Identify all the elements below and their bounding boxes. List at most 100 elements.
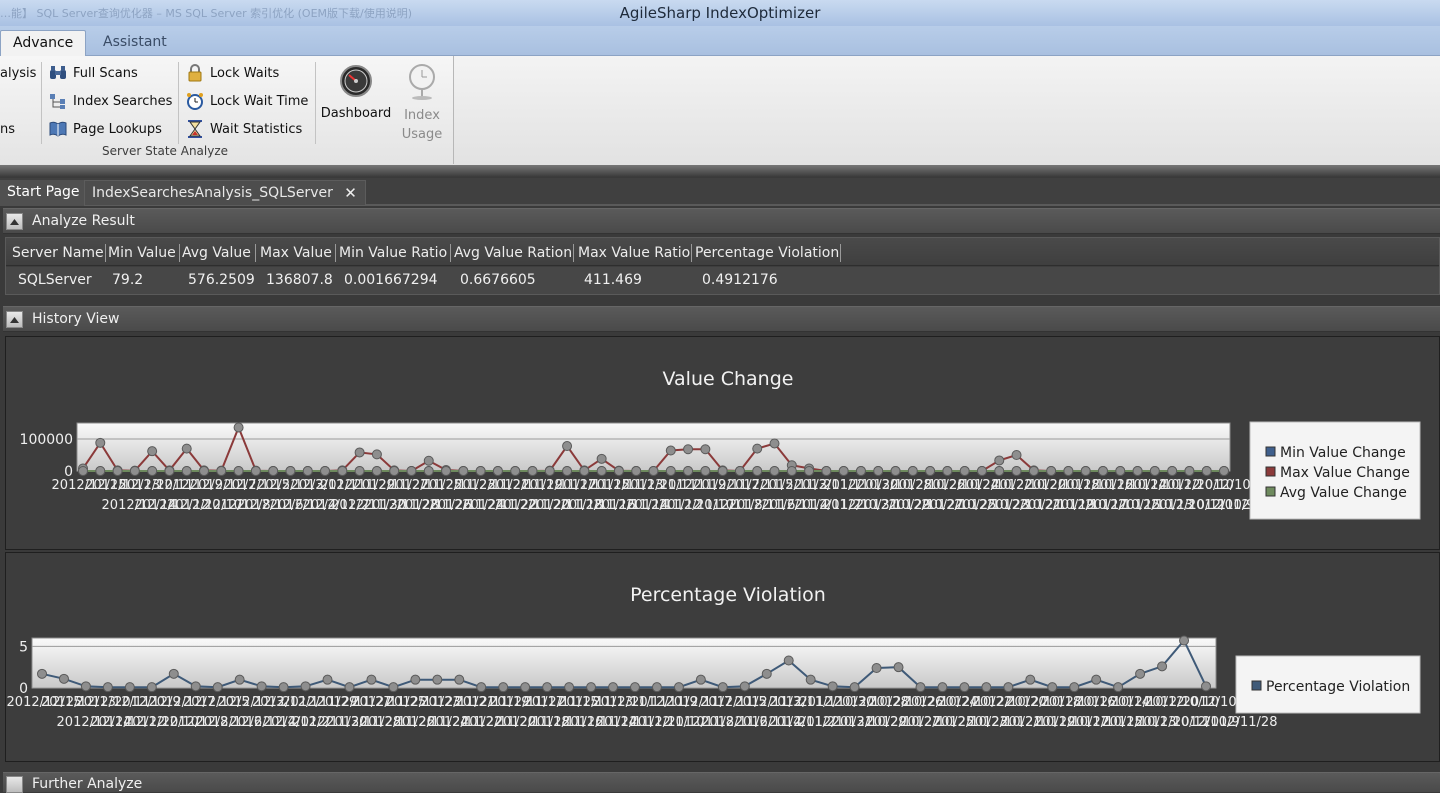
- full-scans-button[interactable]: Full Scans: [49, 62, 138, 84]
- collapse-up-icon[interactable]: [6, 213, 23, 230]
- legend-swatch: [1265, 466, 1276, 477]
- data-point: [769, 466, 780, 476]
- data-point: [322, 674, 333, 685]
- lock-waits-label: Lock Waits: [210, 65, 280, 81]
- data-point: [542, 682, 553, 693]
- data-point: [1149, 466, 1160, 476]
- tab-index-searches-analysis[interactable]: IndexSearchesAnalysis_SQLServer ✕: [84, 180, 366, 206]
- data-point: [278, 682, 289, 693]
- data-point: [562, 441, 573, 452]
- cell-max-value: 136807.8: [266, 272, 333, 288]
- window-title: AgileSharp IndexOptimizer: [619, 4, 821, 22]
- dashboard-button[interactable]: Dashboard: [320, 64, 392, 121]
- data-point: [95, 466, 106, 476]
- data-point: [423, 466, 434, 476]
- column-header[interactable]: Avg Value: [178, 244, 256, 262]
- data-point: [233, 422, 244, 433]
- plot-area: [76, 422, 1231, 472]
- data-point: [510, 466, 521, 476]
- partial-item[interactable]: ns: [0, 118, 15, 140]
- page-lookups-label: Page Lookups: [73, 121, 162, 137]
- further-analyze-header[interactable]: Further Analyze: [3, 772, 1440, 793]
- ribbon-tab-bar: Advance Assistant: [0, 26, 1440, 57]
- data-point: [190, 681, 201, 692]
- alarm-clock-icon: [186, 92, 204, 110]
- legend-entry: Min Value Change: [1280, 445, 1406, 461]
- data-point: [212, 682, 223, 693]
- chart-title: Value Change: [663, 368, 794, 390]
- tree-nodes-icon: [49, 92, 67, 110]
- collapse-up-icon[interactable]: [6, 311, 23, 328]
- data-point: [734, 466, 745, 476]
- data-point: [695, 674, 706, 685]
- data-point: [256, 681, 267, 692]
- wait-statistics-label: Wait Statistics: [210, 121, 303, 137]
- document-tab-bar: Start Page IndexSearchesAnalysis_SQLServ…: [0, 178, 1440, 206]
- column-header[interactable]: Max Value: [256, 244, 336, 262]
- legend-entry: Percentage Violation: [1266, 679, 1410, 695]
- chart-title: Percentage Violation: [630, 584, 826, 606]
- column-header[interactable]: Min Value Ratio: [335, 244, 451, 262]
- column-header[interactable]: Max Value Ratio: [574, 244, 692, 262]
- data-point: [786, 466, 797, 476]
- table-row[interactable]: SQLServer 79.2 576.2509 136807.8 0.00166…: [6, 267, 1439, 294]
- group-label: Server State Analyze: [101, 144, 229, 158]
- data-point: [544, 466, 555, 476]
- lock-waits-button[interactable]: Lock Waits: [186, 62, 279, 84]
- data-point: [769, 438, 780, 449]
- data-point: [827, 681, 838, 692]
- lock-wait-time-button[interactable]: Lock Wait Time: [186, 90, 308, 112]
- data-point: [181, 443, 192, 454]
- data-point: [1046, 466, 1057, 476]
- data-point: [629, 682, 640, 693]
- data-point: [1184, 466, 1195, 476]
- data-point: [366, 674, 377, 685]
- data-point: [475, 466, 486, 476]
- expand-down-icon[interactable]: [6, 776, 23, 793]
- column-header[interactable]: Server Name: [8, 244, 106, 262]
- data-point: [564, 682, 575, 693]
- column-header[interactable]: Avg Value Ration: [450, 244, 574, 262]
- binoculars-icon: [49, 64, 67, 82]
- cell-server-name: SQLServer: [18, 272, 92, 288]
- close-icon[interactable]: ✕: [344, 184, 357, 202]
- tab-assistant[interactable]: Assistant: [91, 30, 179, 57]
- history-view-header[interactable]: History View: [3, 306, 1440, 332]
- analyze-result-header[interactable]: Analyze Result: [3, 208, 1440, 234]
- column-header[interactable]: Min Value: [104, 244, 180, 262]
- cell-percentage-violation: 0.4912176: [702, 272, 778, 288]
- data-point: [492, 466, 503, 476]
- data-point: [302, 466, 313, 476]
- data-point: [804, 466, 815, 476]
- analyze-result-grid: Server Name Min Value Avg Value Max Valu…: [5, 237, 1440, 295]
- page-lookups-button[interactable]: Page Lookups: [49, 118, 162, 140]
- data-point: [216, 466, 227, 476]
- tab-advance[interactable]: Advance: [0, 30, 87, 57]
- data-point: [129, 466, 140, 476]
- cell-avg-value: 576.2509: [188, 272, 255, 288]
- data-point: [476, 682, 487, 693]
- index-usage-button[interactable]: Index Usage: [396, 64, 448, 144]
- data-point: [268, 466, 279, 476]
- data-point: [1025, 674, 1036, 685]
- data-point: [520, 682, 531, 693]
- data-point: [1219, 466, 1229, 476]
- data-point: [233, 466, 244, 476]
- data-point: [388, 682, 399, 693]
- data-point: [783, 655, 794, 666]
- wait-statistics-button[interactable]: Wait Statistics: [186, 118, 302, 140]
- tab-start-page[interactable]: Start Page: [0, 180, 87, 206]
- analysis-partial-item[interactable]: alysis: [0, 62, 36, 84]
- data-point: [665, 466, 676, 476]
- y-tick-label: 5: [19, 639, 28, 655]
- title-bar: …能】 SQL Server查询优化器 – MS SQL Server 索引优化…: [0, 0, 1440, 26]
- data-point: [146, 682, 157, 693]
- data-point: [700, 444, 711, 455]
- index-usage-label-1: Index: [404, 108, 440, 123]
- data-point: [80, 681, 91, 692]
- data-point: [631, 466, 642, 476]
- index-searches-button[interactable]: Index Searches: [49, 90, 172, 112]
- data-point: [344, 682, 355, 693]
- column-header[interactable]: Percentage Violation: [691, 244, 841, 262]
- data-point: [937, 682, 948, 693]
